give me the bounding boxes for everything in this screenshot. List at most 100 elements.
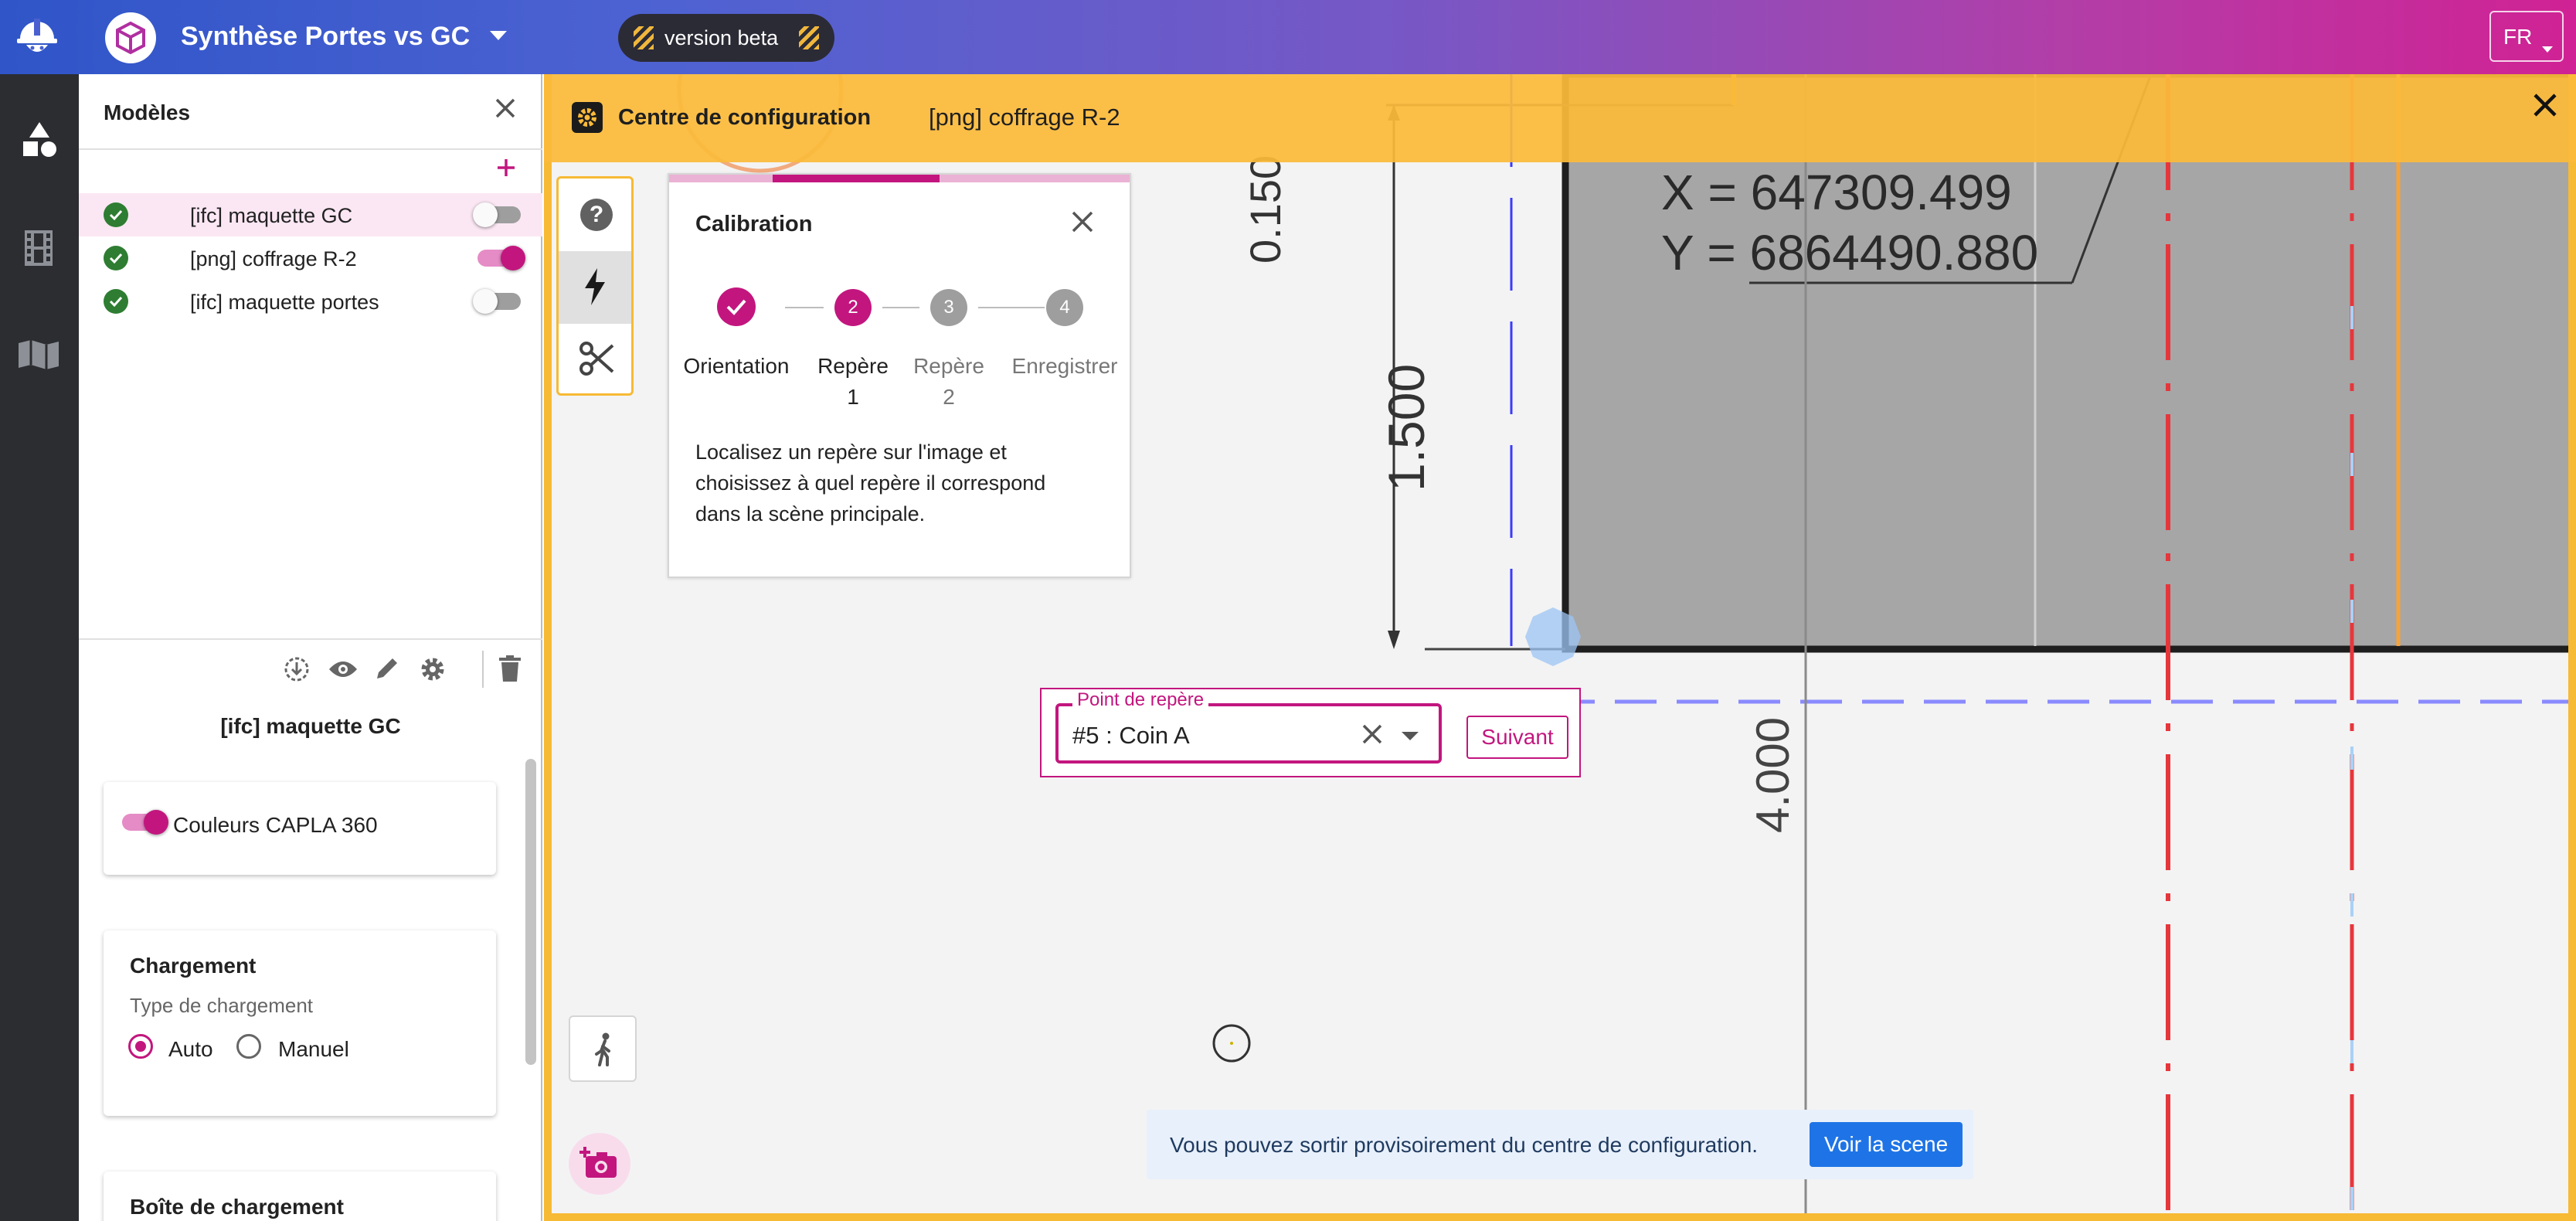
bolt-icon — [583, 268, 607, 309]
calibration-progress-fill — [773, 175, 940, 182]
config-image-name: [png] coffrage R-2 — [929, 104, 1120, 131]
check-circle-icon — [104, 289, 128, 314]
view-scene-button[interactable]: Voir la scene — [1810, 1122, 1963, 1167]
chevron-down-icon[interactable] — [1402, 731, 1419, 745]
landmark-select-value: #5 : Coin A — [1072, 722, 1190, 749]
model-name: [ifc] maquette GC — [190, 204, 353, 227]
cube-logo-icon — [105, 12, 156, 63]
next-button-label: Suivant — [1481, 725, 1554, 749]
landmark-select[interactable]: Point de repère #5 : Coin A — [1055, 689, 1442, 764]
coordinate-y: Y = 6864490.880 — [1661, 225, 2039, 281]
next-button[interactable]: Suivant — [1466, 716, 1568, 759]
loading-title: Chargement — [130, 954, 257, 978]
map-icon[interactable] — [17, 338, 60, 369]
models-panel-title: Modèles — [104, 100, 191, 124]
model-visibility-toggle[interactable] — [473, 289, 522, 314]
step-1-done[interactable] — [717, 287, 756, 326]
check-circle-icon — [104, 202, 128, 227]
config-center-title: Centre de configuration — [618, 105, 872, 130]
step-4[interactable]: 4 — [1046, 289, 1083, 326]
language-value: FR — [2503, 25, 2533, 49]
pedestrian-icon — [593, 1032, 615, 1070]
radio-auto-label: Auto — [168, 1037, 213, 1061]
film-icon[interactable] — [22, 230, 56, 266]
step-connector — [882, 307, 919, 308]
gear-icon — [572, 102, 603, 133]
calibration-title: Calibration — [695, 212, 813, 236]
bolt-tool-button[interactable] — [559, 251, 631, 324]
help-icon[interactable]: ? — [580, 199, 613, 231]
chevron-down-icon — [2542, 34, 2553, 59]
close-icon[interactable] — [1071, 210, 1094, 237]
view-scene-button-label: Voir la scene — [1823, 1132, 1949, 1156]
step-connector — [978, 307, 1045, 308]
beta-badge: version beta — [618, 14, 834, 62]
calibration-progress — [669, 175, 1130, 182]
radio-dot — [135, 1041, 146, 1052]
step-1-label: Orientation — [683, 354, 790, 378]
calibration-card: Calibration Orientation 2 Repère 1 3 Rep… — [668, 173, 1131, 578]
language-select[interactable]: FR — [2489, 11, 2564, 62]
step-2-label: Repère — [817, 354, 889, 378]
model-visibility-toggle[interactable] — [473, 202, 522, 227]
model-row-coffrage[interactable]: [png] coffrage R-2 — [79, 236, 542, 280]
radio-manual[interactable] — [236, 1034, 261, 1059]
side-rail — [0, 74, 79, 1221]
loading-type-label: Type de chargement — [130, 994, 314, 1017]
landmark-select-legend: Point de repère — [1072, 689, 1209, 711]
landmark-picker-box: Point de repère #5 : Coin A Suivant — [1040, 688, 1581, 777]
scissors-icon[interactable] — [579, 341, 614, 380]
model-row-gc[interactable]: [ifc] maquette GC — [79, 193, 542, 236]
top-bar: Synthèse Portes vs GC version beta FR — [0, 0, 2576, 74]
panel-scrollbar[interactable] — [525, 759, 536, 1065]
dimension-top: 0.150 — [1241, 155, 1290, 264]
exit-notice-text: Vous pouvez sortir provisoirement du cen… — [1170, 1133, 1759, 1157]
gear-icon[interactable] — [419, 655, 447, 687]
step-3-sublabel: 2 — [943, 385, 955, 409]
add-icon[interactable] — [496, 158, 516, 182]
pedestrian-view-button[interactable] — [569, 1015, 637, 1082]
shapes-icon[interactable] — [20, 121, 59, 159]
calibration-help-line-1: Localisez un repère sur l'image et — [695, 440, 1007, 464]
step-3[interactable]: 3 — [930, 289, 967, 326]
loading-card: Chargement Type de chargement Auto Manue… — [104, 930, 496, 1116]
colors-card: Couleurs CAPLA 360 — [104, 782, 496, 875]
step-4-label: Enregistrer — [1011, 354, 1118, 378]
warning-stripes-icon — [799, 26, 819, 49]
model-visibility-toggle[interactable] — [477, 246, 527, 270]
model-name: [png] coffrage R-2 — [190, 247, 357, 270]
capla-colors-label: Couleurs CAPLA 360 — [173, 813, 378, 837]
pencil-icon[interactable] — [374, 655, 400, 685]
calibration-help-line-2: choisissez à quel repère il correspond — [695, 471, 1046, 495]
dimension-vertical: 1.500 — [1378, 363, 1435, 491]
coordinate-x: X = 647309.499 — [1661, 165, 2012, 220]
beta-label: version beta — [664, 26, 779, 49]
close-icon[interactable] — [494, 97, 516, 123]
project-title[interactable]: Synthèse Portes vs GC — [181, 22, 470, 52]
step-2-active[interactable]: 2 — [834, 289, 872, 326]
capla-colors-toggle[interactable] — [122, 810, 168, 835]
loading-box-title: Boîte de chargement — [130, 1195, 344, 1219]
check-circle-icon — [104, 246, 128, 270]
radio-auto[interactable] — [128, 1034, 153, 1059]
config-center-bar: Centre de configuration [png] coffrage R… — [544, 74, 2576, 162]
model-row-portes[interactable]: [ifc] maquette portes — [79, 280, 542, 323]
step-connector — [785, 307, 824, 308]
chevron-down-icon[interactable] — [490, 31, 507, 46]
config-toolbox: ? — [556, 176, 634, 396]
warning-stripes-icon — [634, 26, 654, 49]
close-icon[interactable] — [2533, 93, 2557, 121]
step-2-sublabel: 1 — [847, 385, 859, 409]
dimension-lower: 4.000 — [1747, 716, 1799, 833]
exit-notice: Vous pouvez sortir provisoirement du cen… — [1147, 1110, 1973, 1179]
panel-divider — [79, 148, 542, 150]
toolbar-divider — [482, 651, 484, 688]
panel-divider — [79, 638, 542, 640]
calibration-help-line-3: dans la scène principale. — [695, 502, 926, 525]
eye-icon[interactable] — [328, 658, 359, 684]
trash-icon[interactable] — [499, 655, 521, 685]
helmet-logo-icon[interactable] — [12, 11, 62, 62]
import-icon[interactable] — [283, 655, 311, 687]
clear-icon[interactable] — [1361, 723, 1383, 749]
screenshot-button[interactable] — [569, 1133, 630, 1195]
